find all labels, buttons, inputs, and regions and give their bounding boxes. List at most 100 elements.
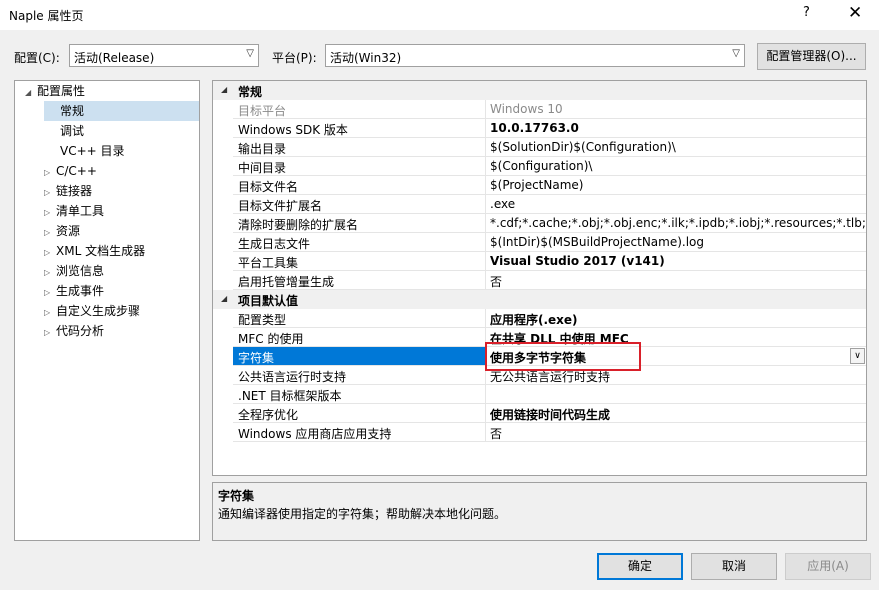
tree-item[interactable]: ▷ C/C++ — [44, 161, 97, 181]
column-divider — [485, 271, 486, 290]
triangle-right-icon[interactable]: ▷ — [44, 203, 56, 223]
help-button[interactable]: ? — [803, 5, 810, 20]
grid-row[interactable]: Windows 应用商店应用支持 否 — [213, 423, 866, 442]
column-divider — [485, 195, 486, 214]
property-value[interactable]: Windows 10 — [490, 102, 866, 116]
property-name: 启用托管增量生成 — [238, 275, 335, 289]
tree-item[interactable]: ▷ 资源 — [44, 221, 80, 241]
grid-row[interactable]: 启用托管增量生成 否 — [213, 271, 866, 290]
triangle-right-icon[interactable]: ▷ — [44, 323, 56, 343]
triangle-right-icon[interactable]: ▷ — [44, 303, 56, 323]
property-name: 配置类型 — [238, 313, 287, 327]
tree-item-label: 浏览信息 — [56, 264, 105, 278]
column-divider — [485, 100, 486, 119]
property-value[interactable]: 应用程序(.exe) — [490, 311, 866, 328]
grid-row[interactable]: 平台工具集 Visual Studio 2017 (v141) — [213, 252, 866, 271]
window-title: Naple 属性页 — [9, 9, 84, 23]
tree-item-label: 链接器 — [56, 184, 93, 198]
property-name: 目标平台 — [238, 104, 287, 118]
tree-item[interactable]: ▷ 代码分析 — [44, 321, 104, 341]
triangle-right-icon[interactable]: ▷ — [44, 183, 56, 203]
grid-category[interactable]: ◢ 项目默认值 — [213, 290, 866, 309]
property-value[interactable]: 否 — [490, 425, 866, 442]
tree-item[interactable]: ▷ 清单工具 — [44, 201, 104, 221]
property-name: 清除时要删除的扩展名 — [238, 218, 359, 232]
tree-item[interactable]: ▷ XML 文档生成器 — [44, 241, 145, 261]
column-divider — [485, 252, 486, 271]
tree-item-label: 生成事件 — [56, 284, 105, 298]
tree-item-label: 代码分析 — [56, 324, 105, 338]
triangle-down-icon[interactable]: ◢ — [221, 294, 227, 303]
column-divider — [485, 233, 486, 252]
tree-item[interactable]: ▷ 浏览信息 — [44, 261, 104, 281]
property-name: 字符集 — [238, 351, 275, 365]
grid-row[interactable]: 配置类型 应用程序(.exe) — [213, 309, 866, 328]
grid-row[interactable]: 中间目录 $(Configuration)\ — [213, 157, 866, 176]
property-value[interactable]: 否 — [490, 273, 866, 290]
tree-root[interactable]: ◢ 配置属性 — [25, 81, 85, 101]
column-divider — [485, 404, 486, 423]
property-name: Windows 应用商店应用支持 — [238, 427, 392, 441]
chevron-down-icon: ▽ — [732, 48, 740, 59]
property-value[interactable]: $(ProjectName) — [490, 178, 866, 192]
column-divider — [485, 385, 486, 404]
tree-item-label: 常规 — [60, 104, 85, 118]
property-name: 平台工具集 — [238, 256, 299, 270]
row-divider — [233, 441, 866, 442]
tree-item[interactable]: ▷ 生成事件 — [44, 281, 104, 301]
triangle-right-icon[interactable]: ▷ — [44, 263, 56, 283]
triangle-down-icon[interactable]: ◢ — [221, 85, 227, 94]
property-value[interactable]: Visual Studio 2017 (v141) — [490, 254, 866, 268]
property-value[interactable]: *.cdf;*.cache;*.obj;*.obj.enc;*.ilk;*.ip… — [490, 216, 866, 230]
grid-category-title: 常规 — [238, 85, 263, 99]
tree-item[interactable]: ▷ 自定义生成步骤 — [44, 301, 140, 321]
close-button[interactable]: ✕ — [848, 3, 862, 23]
config-manager-button[interactable]: 配置管理器(O)... — [757, 43, 866, 70]
tree-item[interactable]: VC++ 目录 — [44, 141, 125, 161]
property-name: .NET 目标框架版本 — [238, 389, 342, 403]
property-value[interactable]: 使用链接时间代码生成 — [490, 406, 866, 423]
chevron-down-icon: ▽ — [246, 48, 254, 59]
grid-row[interactable]: .NET 目标框架版本 — [213, 385, 866, 404]
grid-row[interactable]: 生成日志文件 $(IntDir)$(MSBuildProjectName).log — [213, 233, 866, 252]
tree-item[interactable]: 调试 — [44, 121, 84, 141]
config-combo[interactable]: 活动(Release) ▽ — [69, 44, 259, 67]
property-value[interactable]: $(SolutionDir)$(Configuration)\ — [490, 140, 866, 154]
config-label: 配置(C): — [14, 51, 60, 65]
grid-row[interactable]: Windows SDK 版本 10.0.17763.0 — [213, 119, 866, 138]
config-combo-value: 活动(Release) — [74, 51, 155, 65]
grid-row[interactable]: 清除时要删除的扩展名 *.cdf;*.cache;*.obj;*.obj.enc;… — [213, 214, 866, 233]
grid-row[interactable]: 目标平台 Windows 10 — [213, 100, 866, 119]
grid-row[interactable]: 目标文件扩展名 .exe — [213, 195, 866, 214]
triangle-right-icon[interactable]: ▷ — [44, 163, 56, 183]
apply-button[interactable]: 应用(A) — [785, 553, 871, 580]
property-name: Windows SDK 版本 — [238, 123, 348, 137]
grid-row[interactable]: 目标文件名 $(ProjectName) — [213, 176, 866, 195]
tree-item[interactable]: ▷ 链接器 — [44, 181, 92, 201]
grid-category[interactable]: ◢ 常规 — [213, 81, 866, 100]
property-value[interactable]: 10.0.17763.0 — [490, 121, 866, 135]
ok-button[interactable]: 确定 — [597, 553, 683, 580]
tree-item-label: C/C++ — [56, 164, 97, 178]
property-name: 输出目录 — [238, 142, 287, 156]
grid-row[interactable]: 输出目录 $(SolutionDir)$(Configuration)\ — [213, 138, 866, 157]
column-divider — [485, 138, 486, 157]
property-name: 目标文件扩展名 — [238, 199, 323, 213]
triangle-right-icon[interactable]: ▷ — [44, 243, 56, 263]
property-grid: ◢ 常规目标平台 Windows 10 Windows SDK 版本 10.0.1776… — [212, 80, 867, 476]
tree-item-label: XML 文档生成器 — [56, 244, 146, 258]
triangle-right-icon[interactable]: ▷ — [44, 283, 56, 303]
tree-item[interactable]: 常规 — [44, 101, 199, 121]
tree-item-label: 调试 — [60, 124, 85, 138]
triangle-right-icon[interactable]: ▷ — [44, 223, 56, 243]
property-value[interactable]: .exe — [490, 197, 866, 211]
cancel-button[interactable]: 取消 — [691, 553, 777, 580]
chevron-down-icon[interactable]: ∨ — [850, 348, 865, 364]
property-value[interactable]: $(Configuration)\ — [490, 159, 866, 173]
tree-item-label: 资源 — [56, 224, 81, 238]
triangle-down-icon: ◢ — [25, 88, 32, 97]
grid-row[interactable]: 全程序优化 使用链接时间代码生成 — [213, 404, 866, 423]
column-divider — [485, 309, 486, 328]
platform-combo[interactable]: 活动(Win32) ▽ — [325, 44, 745, 67]
property-value[interactable]: $(IntDir)$(MSBuildProjectName).log — [490, 235, 866, 249]
